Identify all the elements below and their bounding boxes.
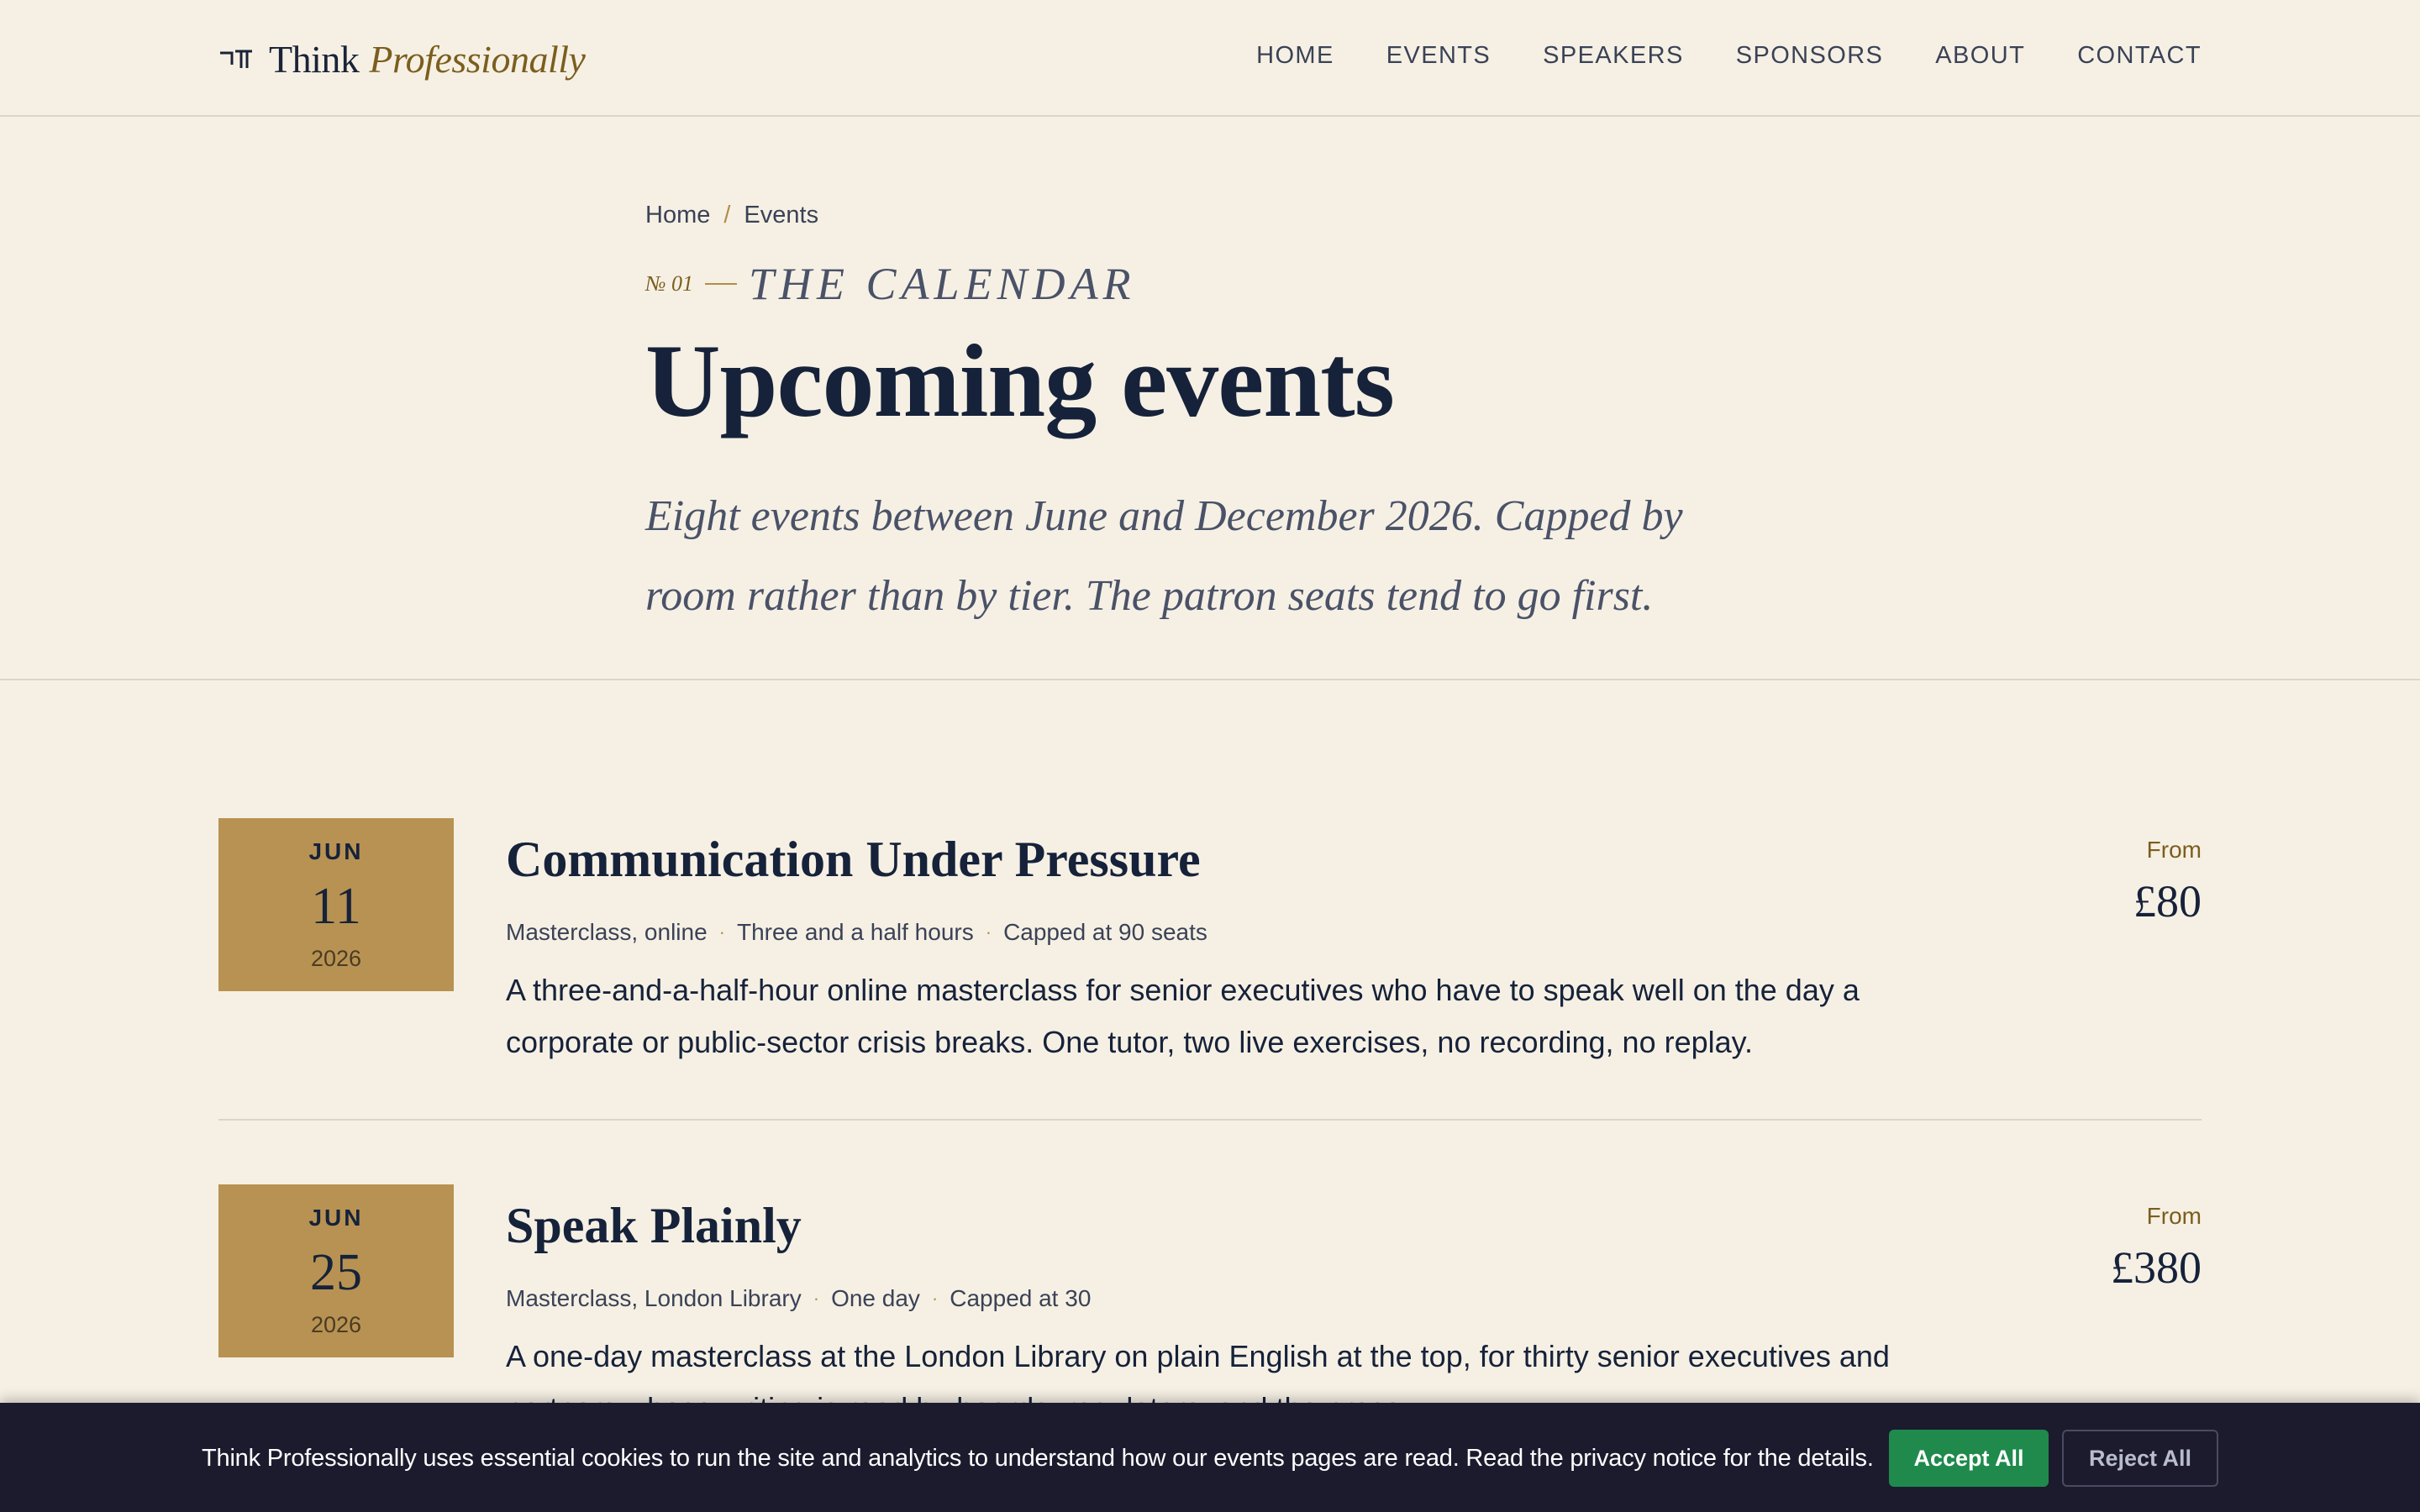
- event-price: From £80: [2133, 837, 2202, 927]
- price-amount: £80: [2133, 876, 2202, 927]
- section-kicker: № 01 The Calendar: [645, 258, 1822, 310]
- event-body: Communication Under Pressure Masterclass…: [506, 818, 1985, 1068]
- logo-mark-icon: [218, 46, 254, 71]
- event-year: 2026: [310, 946, 362, 971]
- page-subtitle: Eight events between June and December 2…: [645, 492, 1683, 621]
- kicker-dash: [705, 283, 738, 285]
- brand-name: Think Professionally: [269, 37, 586, 81]
- price-label: From: [2146, 1203, 2202, 1229]
- hero: Home / Events № 01 The Calendar Upcoming…: [645, 202, 1822, 636]
- accept-all-button[interactable]: Accept All: [1889, 1430, 2049, 1487]
- reject-all-button[interactable]: Reject All: [2062, 1430, 2218, 1487]
- event-duration: One day: [831, 1285, 920, 1311]
- breadcrumb-current: Events: [744, 202, 819, 228]
- event-capacity: Capped at 90 seats: [1003, 919, 1207, 945]
- page-title: Upcoming events: [645, 323, 1395, 438]
- price-amount: £380: [2111, 1242, 2202, 1293]
- nav-about[interactable]: ABOUT: [1935, 42, 2025, 70]
- meta-separator: ·: [931, 1288, 939, 1309]
- event-day: 25: [310, 1244, 362, 1301]
- breadcrumb: Home / Events: [645, 202, 1822, 229]
- nav-events[interactable]: EVENTS: [1386, 42, 1491, 70]
- cookie-message: Think Professionally uses essential cook…: [202, 1445, 1874, 1472]
- event-title[interactable]: Speak Plainly: [506, 1198, 1985, 1253]
- nav-sponsors[interactable]: SPONSORS: [1736, 42, 1884, 70]
- breadcrumb-home[interactable]: Home: [645, 202, 710, 229]
- event-year: 2026: [310, 1312, 362, 1337]
- event-month: JUN: [308, 1205, 364, 1231]
- event-date-block: JUN 25 2026: [218, 1184, 454, 1357]
- event-title[interactable]: Communication Under Pressure: [506, 832, 1985, 887]
- meta-separator: ·: [813, 1288, 820, 1309]
- event-format: Masterclass, London Library: [506, 1285, 802, 1311]
- event-date-block: JUN 11 2026: [218, 818, 454, 991]
- site-logo[interactable]: Think Professionally: [218, 32, 586, 86]
- event-meta: Masterclass, London Library · One day · …: [506, 1285, 1985, 1312]
- kicker-label: The Calendar: [749, 259, 1136, 309]
- nav-contact[interactable]: CONTACT: [2077, 42, 2202, 70]
- event-format: Masterclass, online: [506, 919, 708, 945]
- event-capacity: Capped at 30: [950, 1285, 1092, 1311]
- event-description: A three-and-a-half-hour online mastercla…: [506, 973, 1860, 1059]
- nav-home[interactable]: HOME: [1256, 42, 1334, 70]
- event-body: Speak Plainly Masterclass, London Librar…: [506, 1184, 1985, 1435]
- event-duration: Three and a half hours: [736, 919, 974, 945]
- hero-divider: [0, 679, 2420, 680]
- event-meta: Masterclass, online · Three and a half h…: [506, 919, 1985, 946]
- cookie-banner: Think Professionally uses essential cook…: [0, 1403, 2420, 1512]
- site-header: Think Professionally HOME EVENTS SPEAKERS…: [0, 0, 2420, 117]
- event-month: JUN: [308, 838, 364, 864]
- breadcrumb-separator: /: [723, 202, 731, 228]
- main-nav: HOME EVENTS SPEAKERS SPONSORS ABOUT CONT…: [1256, 42, 2202, 70]
- brand-name-second: Professionally: [369, 37, 586, 81]
- event-divider: [218, 1119, 2202, 1121]
- brand-name-first: Think: [269, 37, 360, 81]
- event-day: 11: [311, 878, 361, 935]
- kicker-number: № 01: [645, 271, 694, 296]
- event-price: From £380: [2111, 1203, 2202, 1294]
- meta-separator: ·: [718, 921, 725, 942]
- meta-separator: ·: [985, 921, 992, 942]
- nav-speakers[interactable]: SPEAKERS: [1543, 42, 1684, 70]
- price-label: From: [2146, 837, 2202, 863]
